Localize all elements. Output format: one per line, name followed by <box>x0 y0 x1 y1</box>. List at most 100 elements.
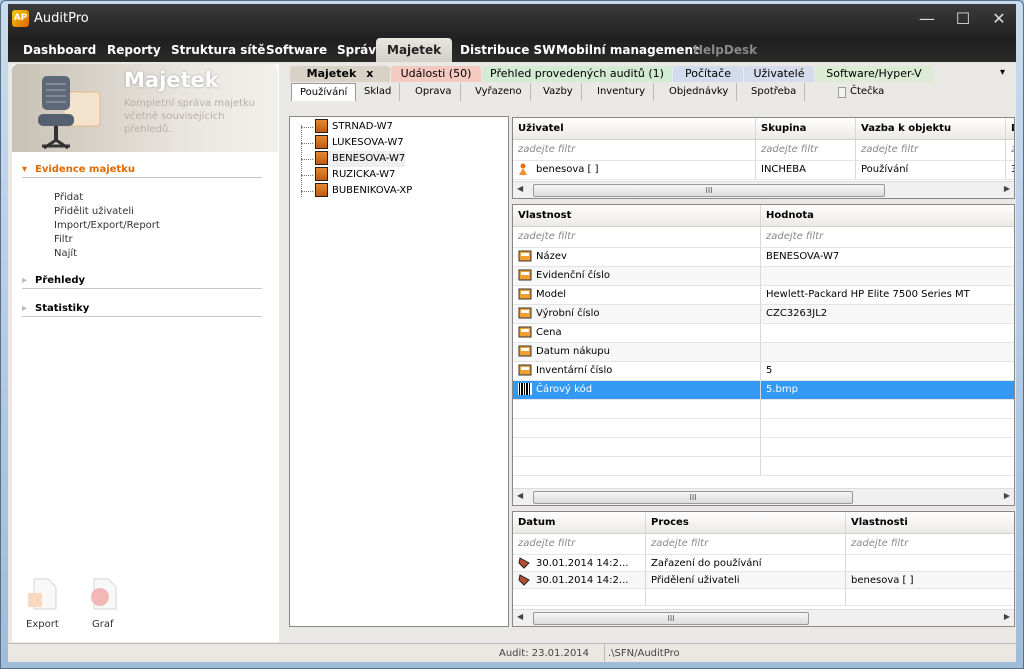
chart-icon[interactable] <box>86 577 120 611</box>
content-tab-0[interactable]: Majetek x <box>290 66 390 82</box>
horizontal-scrollbar[interactable]: ◀ III ▶ <box>513 609 1014 626</box>
sub-tab-6[interactable]: Objednávky <box>661 83 738 101</box>
maximize-button[interactable]: ☐ <box>946 8 980 30</box>
filter-input[interactable]: zadejte filtr <box>646 534 846 554</box>
sidebar-link-1[interactable]: Přidělit uživateli <box>54 206 134 217</box>
cell-text: Cena <box>536 327 562 338</box>
cell-text: Datum <box>518 517 556 528</box>
export-icon[interactable] <box>26 577 60 611</box>
property-icon <box>518 326 532 338</box>
scroll-left-arrow[interactable]: ◀ <box>517 612 523 621</box>
column-header[interactable]: D <box>1006 118 1014 139</box>
content-tab-3[interactable]: Počítače <box>673 66 743 82</box>
filter-input[interactable]: zadejte filtr <box>856 140 1006 160</box>
table-row[interactable]: 30.01.2014 14:2... Přidělení uživateli ben… <box>513 572 1014 589</box>
tree-item[interactable]: BENESOVA-W7 <box>301 151 406 167</box>
tree-item[interactable]: STRNAD-W7 <box>301 119 393 135</box>
reader-checkbox[interactable] <box>838 87 846 98</box>
main-tab-8[interactable]: HelpDesk <box>682 38 768 62</box>
table-cell <box>513 589 646 605</box>
table-row[interactable]: Inventární číslo 5 <box>513 362 1014 381</box>
table-row[interactable]: 30.01.2014 14:2... Zařazení do používání <box>513 555 1014 572</box>
table-row[interactable]: Výrobní číslo CZC3263JL2 <box>513 305 1014 324</box>
content-tab-1[interactable]: Události (50) <box>391 66 481 82</box>
sidebar-link-3[interactable]: Filtr <box>54 234 73 245</box>
cell-text: Čárový kód <box>536 384 593 395</box>
sub-tab-5[interactable]: Inventury <box>589 83 654 101</box>
sub-tab-4[interactable]: Vazby <box>535 83 582 101</box>
column-header[interactable]: Proces <box>646 512 846 533</box>
status-bar: Audit: 23.01.2014 .\SFN/AuditPro <box>8 643 1016 663</box>
column-header[interactable]: Hodnota <box>761 205 1014 226</box>
office-chair-icon <box>38 76 101 150</box>
cell-text: 30.01.2014 14:2... <box>536 575 629 586</box>
horizontal-scrollbar[interactable]: ◀ III ▶ <box>513 488 1014 505</box>
tab-label: Události (50) <box>400 67 472 80</box>
tab-label: Software/Hyper-V <box>826 67 922 80</box>
sub-tab-7[interactable]: Spotřeba <box>743 83 806 101</box>
content-tab-5[interactable]: Software/Hyper-V <box>815 66 933 82</box>
sidebar-link-0[interactable]: Přidat <box>54 192 83 203</box>
table-row[interactable]: Čárový kód 5.bmp <box>513 381 1014 400</box>
cell-text: Model <box>536 289 567 300</box>
sidebar-link-2[interactable]: Import/Export/Report <box>54 220 160 231</box>
sidebar-section-1[interactable]: Přehledy <box>22 275 262 289</box>
tree-item[interactable]: LUKESOVA-W7 <box>301 135 404 151</box>
filter-placeholder: zadejte filtr <box>761 144 819 155</box>
filter-input[interactable]: zadejte filtr <box>513 227 761 247</box>
cell-text: Hewlett-Packard HP Elite 7500 Series MT <box>766 289 970 300</box>
table-row[interactable]: Model Hewlett-Packard HP Elite 7500 Serie… <box>513 286 1014 305</box>
empty-row <box>513 457 1014 476</box>
scroll-thumb[interactable]: III <box>533 491 853 504</box>
table-row[interactable]: Název BENESOVA-W7 <box>513 248 1014 267</box>
column-header[interactable]: Skupina <box>756 118 856 139</box>
column-header[interactable]: Vlastnost <box>513 205 761 226</box>
tree-item[interactable]: BUBENIKOVA-XP <box>301 183 412 199</box>
column-header[interactable]: Vazba k objektu <box>856 118 1006 139</box>
main-tab-0[interactable]: Dashboard <box>12 38 107 62</box>
sidebar-section-0[interactable]: Evidence majetku <box>22 164 262 178</box>
filter-input[interactable]: zadejte filtr <box>513 534 646 554</box>
table-row[interactable]: benesova [ ] INCHEBA Používání 3 <box>513 161 1014 180</box>
filter-input[interactable]: zadejte filtr <box>513 140 756 160</box>
sidebar-section-2[interactable]: Statistiky <box>22 303 262 317</box>
scroll-left-arrow[interactable]: ◀ <box>517 184 523 193</box>
column-header[interactable]: Uživatel <box>513 118 756 139</box>
main-tab-5[interactable]: Majetek <box>376 38 453 62</box>
filter-input[interactable]: zadejte filtr <box>846 534 1014 554</box>
close-tab-icon[interactable]: x <box>366 67 373 80</box>
computer-icon <box>315 183 328 197</box>
table-row[interactable]: Evidenční číslo <box>513 267 1014 286</box>
tree-item[interactable]: RUZICKA-W7 <box>301 167 395 183</box>
filter-input[interactable]: zadejte filtr <box>1006 140 1014 160</box>
column-header[interactable]: Datum <box>513 512 646 533</box>
scroll-thumb[interactable]: III <box>533 612 809 625</box>
scroll-right-arrow[interactable]: ▶ <box>1004 491 1010 500</box>
scroll-left-arrow[interactable]: ◀ <box>517 491 523 500</box>
table-cell: 30.01.2014 14:2... <box>513 555 646 571</box>
table-row[interactable]: Datum nákupu <box>513 343 1014 362</box>
sub-tab-0[interactable]: Používání <box>291 83 357 101</box>
close-button[interactable]: ✕ <box>982 8 1016 30</box>
minimize-button[interactable]: — <box>910 8 944 30</box>
scroll-right-arrow[interactable]: ▶ <box>1004 612 1010 621</box>
table-cell: benesova [ ] <box>513 161 756 179</box>
horizontal-scrollbar[interactable]: ◀ III ▶ <box>513 181 1014 198</box>
tree-item-label: BUBENIKOVA-XP <box>332 185 413 196</box>
scroll-right-arrow[interactable]: ▶ <box>1004 184 1010 193</box>
status-audit-date: Audit: 23.01.2014 <box>499 648 590 659</box>
sub-tab-2[interactable]: Oprava <box>407 83 461 101</box>
cell-text: Inventární číslo <box>536 365 613 376</box>
filter-input[interactable]: zadejte filtr <box>761 227 1014 247</box>
tab-list-dropdown[interactable]: ▾ <box>1000 67 1005 78</box>
column-header[interactable]: Vlastnosti <box>846 512 1014 533</box>
scroll-thumb[interactable]: III <box>533 184 885 197</box>
filter-input[interactable]: zadejte filtr <box>756 140 856 160</box>
sidebar-link-4[interactable]: Najít <box>54 248 77 259</box>
content-tab-4[interactable]: Uživatelé <box>744 66 814 82</box>
table-row[interactable]: Cena <box>513 324 1014 343</box>
filter-placeholder: zadejte filtr <box>766 231 824 242</box>
sub-tab-1[interactable]: Sklad <box>356 83 401 101</box>
content-tab-2[interactable]: Přehled provedených auditů (1) <box>482 66 672 82</box>
sub-tab-3[interactable]: Vyřazeno <box>467 83 531 101</box>
